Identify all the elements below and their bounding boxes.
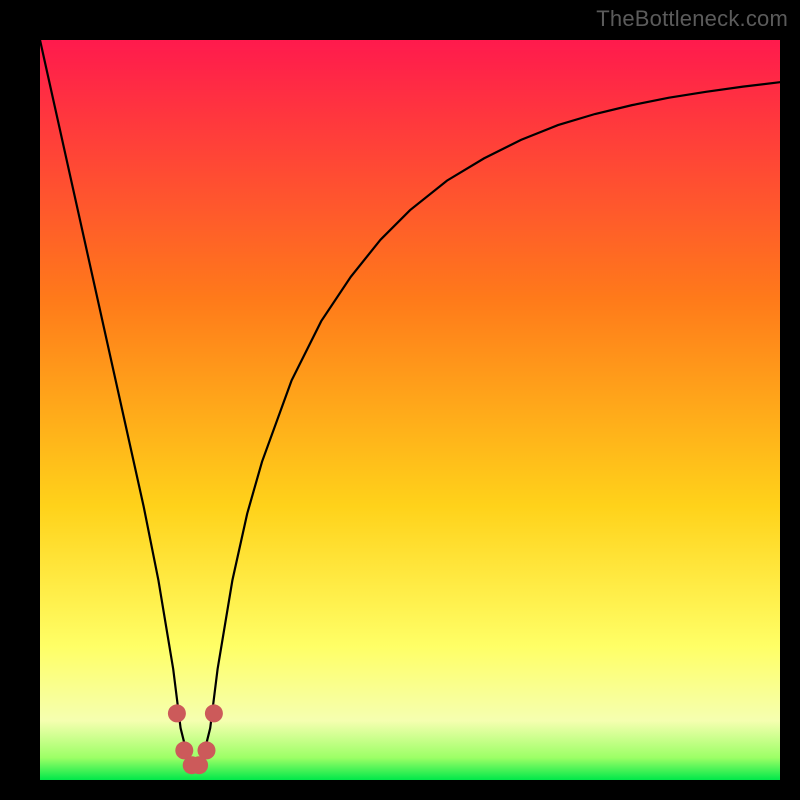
optimum-marker-dot bbox=[168, 704, 186, 722]
chart-svg bbox=[40, 40, 780, 780]
plot-area bbox=[40, 40, 780, 780]
gradient-background bbox=[40, 40, 780, 780]
optimum-marker-dot bbox=[205, 704, 223, 722]
outer-frame: TheBottleneck.com bbox=[0, 0, 800, 800]
watermark-text: TheBottleneck.com bbox=[596, 6, 788, 32]
optimum-marker-dot bbox=[198, 741, 216, 759]
